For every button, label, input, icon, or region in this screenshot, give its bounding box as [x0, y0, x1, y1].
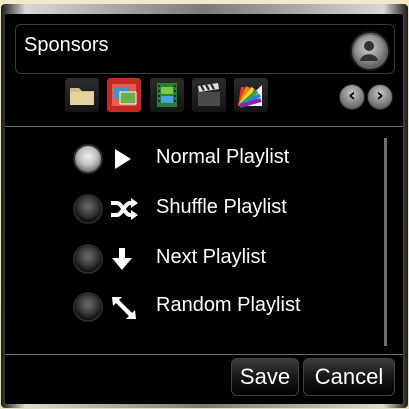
next-arrow-icon[interactable]: › [367, 84, 393, 110]
option-next-playlist[interactable]: Next Playlist [73, 242, 383, 278]
previous-arrow-icon[interactable]: ‹ [339, 84, 365, 110]
dialog-title: Sponsors [24, 34, 109, 56]
title-bar: Sponsors [15, 24, 395, 74]
user-avatar-icon[interactable] [350, 31, 390, 71]
radio-button[interactable] [73, 292, 103, 322]
cancel-button[interactable]: Cancel [303, 358, 395, 396]
scrollbar[interactable] [384, 138, 387, 346]
save-button[interactable]: Save [231, 358, 299, 396]
toolbar: ‹ › [61, 78, 393, 116]
folder-icon[interactable] [65, 78, 99, 112]
divider [5, 354, 403, 355]
media-icon[interactable] [107, 78, 141, 112]
option-random-playlist[interactable]: Random Playlist [73, 290, 383, 326]
play-icon [109, 146, 135, 177]
radio-button[interactable] [73, 194, 103, 224]
radio-button[interactable] [73, 144, 103, 174]
option-label: Next Playlist [156, 246, 267, 268]
random-arrows-icon [109, 294, 139, 327]
option-shuffle-playlist[interactable]: Shuffle Playlist [73, 192, 383, 228]
clapperboard-icon[interactable] [192, 78, 226, 112]
divider [5, 126, 403, 127]
color-palette-icon[interactable] [234, 78, 268, 112]
option-label: Shuffle Playlist [156, 196, 287, 218]
shuffle-icon [109, 196, 139, 227]
film-icon[interactable] [150, 78, 184, 112]
option-label: Normal Playlist [156, 146, 290, 168]
radio-button[interactable] [73, 244, 103, 274]
sponsors-dialog: Sponsors ‹ › Normal Playlist Shuffle Pla… [5, 14, 403, 404]
option-normal-playlist[interactable]: Normal Playlist [73, 142, 383, 178]
option-label: Random Playlist [156, 294, 301, 316]
arrow-down-icon [109, 246, 135, 277]
